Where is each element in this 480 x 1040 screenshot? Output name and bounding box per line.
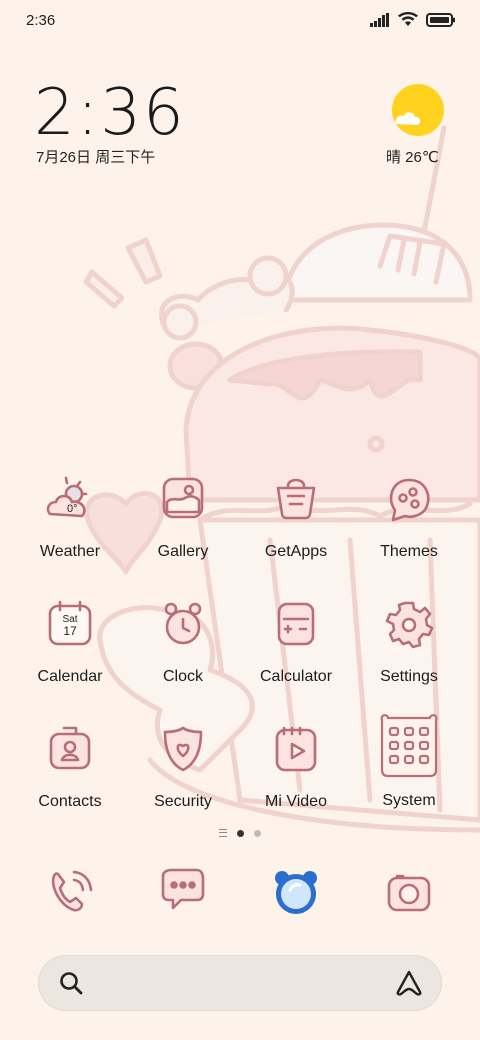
wifi-icon: [398, 12, 418, 26]
contacts-icon: [49, 726, 91, 770]
app-getapps[interactable]: GetApps: [240, 472, 352, 561]
app-label: Weather: [39, 543, 101, 560]
battery-icon: [426, 12, 455, 27]
status-bar: 2:36: [0, 0, 480, 44]
clock-icon: [164, 602, 202, 645]
calculator-icon: [277, 602, 315, 646]
sun-cloud-icon[interactable]: [392, 84, 444, 136]
weather-icon: 0°: [46, 476, 88, 518]
app-label: Contacts: [38, 793, 102, 810]
page-dot: [254, 829, 261, 837]
app-clock[interactable]: Clock: [127, 597, 239, 686]
calendar-icon: Sat 17: [48, 600, 92, 646]
app-calculator[interactable]: Calculator: [240, 597, 352, 686]
app-settings[interactable]: Settings: [353, 597, 465, 686]
app-label: Calculator: [259, 668, 333, 685]
page-dot-active: [237, 829, 244, 837]
mi-video-icon: [275, 726, 317, 772]
app-calendar[interactable]: Sat 17 Calendar: [14, 597, 126, 686]
app-label: Security: [154, 793, 212, 810]
app-label: Gallery: [157, 543, 209, 560]
signal-icon: [370, 12, 389, 27]
app-label: Mi Video: [265, 793, 327, 810]
app-label: System: [382, 792, 436, 809]
page-list-icon: [219, 829, 227, 837]
app-mi-video[interactable]: Mi Video: [240, 722, 352, 811]
clock-widget-time[interactable]: 2:36: [34, 76, 186, 150]
assistant-icon[interactable]: [394, 968, 424, 998]
app-contacts[interactable]: Contacts: [14, 722, 126, 811]
settings-icon: [385, 601, 434, 649]
gallery-icon: [162, 477, 204, 519]
weather-widget-text[interactable]: 晴 26℃: [386, 146, 439, 167]
camera-icon[interactable]: [379, 862, 439, 922]
app-system-folder[interactable]: System: [353, 712, 465, 810]
app-label: Themes: [380, 543, 438, 560]
app-label: Clock: [162, 668, 203, 685]
search-bar[interactable]: [38, 955, 442, 1011]
system-folder-icon: [380, 714, 438, 778]
app-themes[interactable]: Themes: [353, 472, 465, 561]
app-security[interactable]: Security: [127, 722, 239, 811]
messages-icon[interactable]: [153, 862, 213, 922]
getapps-icon: [276, 478, 316, 520]
status-time: 2:36: [26, 12, 56, 29]
phone-icon[interactable]: [40, 862, 100, 922]
app-weather[interactable]: 0° Weather: [14, 472, 126, 561]
themes-icon: [389, 478, 430, 522]
app-label: GetApps: [264, 543, 328, 560]
clock-widget-date[interactable]: 7月26日 周三下午: [36, 146, 155, 167]
app-label: Settings: [380, 668, 438, 685]
page-indicator[interactable]: [0, 829, 480, 837]
calendar-date: 17: [63, 624, 77, 638]
browser-icon[interactable]: [266, 862, 326, 922]
app-label: Calendar: [37, 668, 103, 685]
search-icon[interactable]: [58, 970, 84, 996]
weather-temp: 0°: [67, 503, 78, 515]
security-icon: [163, 726, 203, 772]
app-gallery[interactable]: Gallery: [127, 472, 239, 561]
